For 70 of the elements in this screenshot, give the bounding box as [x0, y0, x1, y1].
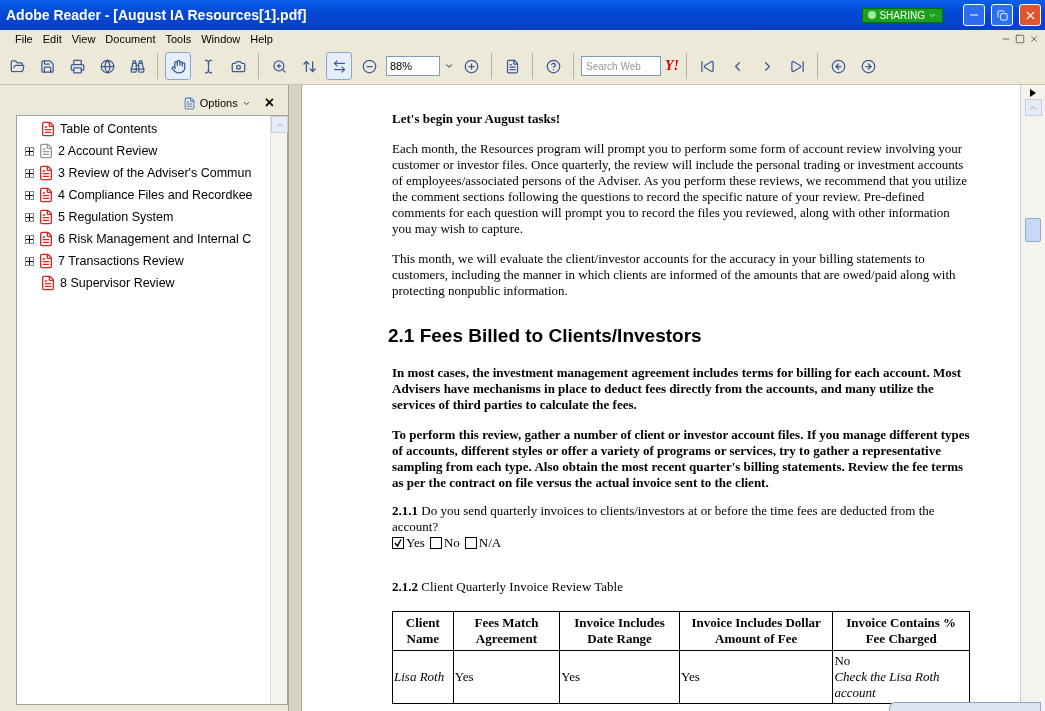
minimize-button[interactable] — [963, 4, 985, 26]
bookmark-item[interactable]: 2 Account Review — [58, 144, 158, 158]
option-label: Yes — [406, 535, 425, 551]
bookmark-item[interactable]: 7 Transactions Review — [58, 254, 184, 268]
table-cell: Yes — [453, 650, 560, 704]
expand-icon[interactable] — [25, 146, 34, 156]
column-header: Invoice Contains % Fee Charged — [832, 611, 970, 651]
pdf-page-icon — [40, 275, 56, 291]
window-title: Adobe Reader - [August IA Resources[1].pdf] — [6, 7, 308, 23]
column-header: Invoice Includes Date Range — [559, 611, 680, 651]
document-heading: Let's begin your August tasks! — [392, 111, 562, 127]
table-caption: 2.1.2 Client Quarterly Invoice Review Table — [392, 579, 624, 595]
restore-icon — [996, 9, 1008, 21]
hand-icon[interactable] — [165, 52, 191, 80]
restore-icon[interactable] — [1015, 34, 1025, 44]
expand-icon[interactable] — [25, 168, 34, 178]
paragraph: This month, we will evaluate the client/investor accounts for the accuracy in your billing statements to customers, including the manner in which clients are informed of the amounts that are owed/paid along with protecting nonpublic information. — [392, 251, 957, 299]
checkbox[interactable] — [429, 537, 442, 549]
menu-item[interactable]: Tools — [160, 33, 197, 45]
blank-page-icon — [38, 143, 54, 159]
zoom-field[interactable]: 88% — [386, 56, 440, 76]
bookmark-item[interactable]: 5 Regulation System — [58, 210, 174, 224]
expand-arrow-icon[interactable] — [1029, 89, 1037, 97]
question-text: 2.1.1 Do you send quarterly invoices to clients/investors at or before the time fees are deducted from the account? — [392, 503, 936, 535]
close-button[interactable] — [1019, 4, 1041, 26]
bookmark-item[interactable]: 3 Review of the Adviser's Commun — [58, 166, 252, 180]
maximize-button[interactable] — [991, 4, 1013, 26]
pdf-page-icon — [40, 121, 56, 137]
section-heading: 2.1 Fees Billed to Clients/Investors — [388, 325, 703, 347]
column-header: Invoice Includes Dollar Amount of Fee — [679, 611, 833, 651]
option-label: N/A — [478, 535, 502, 551]
menu-item[interactable]: Help — [245, 33, 278, 45]
checkbox[interactable] — [392, 537, 404, 549]
paragraph: To perform this review, gather a number of client or investor account files. If you manage different types of accounts, different styles or offer a variety of programs or services, try to gather a representative sampling from each type. Also obtain the most recent quarter's billing statements. Review the fee terms as per the contract on file versus the actual invoice sent to the client. — [392, 427, 970, 491]
expand-icon[interactable] — [25, 212, 34, 222]
expand-icon[interactable] — [25, 256, 34, 266]
table-cell: Lisa Roth — [392, 650, 454, 704]
close-icon[interactable] — [1029, 34, 1039, 44]
search-logo: Y! — [665, 58, 679, 74]
table-cell: Yes — [559, 650, 680, 704]
column-header: Client Name — [392, 611, 454, 651]
expand-icon[interactable] — [25, 190, 34, 200]
panel-icon — [182, 96, 196, 110]
paragraph: Each month, the Resources program will prompt you to perform some form of account review involving your customer or investor files. Once quarterly, the review will include the personal trading or investment accounts of employees/associated persons of the Adviser. As you perform these reviews, we recommend that you utilize the comment sections following the questions to record the specific nature of your review. Pre-defined comments for each question will prompt you to record the files you reviewed, along with other information you may wish to capture. — [392, 141, 969, 237]
pdf-page-icon — [38, 253, 54, 269]
table-cell: Yes — [679, 650, 833, 704]
menu-item[interactable]: View — [66, 33, 101, 45]
fit-width-icon[interactable] — [326, 52, 352, 80]
bookmark-item[interactable]: Table of Contents — [60, 122, 158, 136]
expand-icon[interactable] — [25, 234, 34, 244]
menu-item[interactable]: File — [10, 33, 38, 45]
menu-item[interactable]: Window — [196, 33, 246, 45]
scroll-thumb[interactable] — [1025, 218, 1041, 242]
column-header: Fees Match Agreement — [453, 611, 560, 651]
pdf-page-icon — [38, 165, 54, 181]
menu-item[interactable]: Edit — [37, 33, 67, 45]
pdf-page-icon — [38, 187, 54, 203]
search-field[interactable]: Search Web — [581, 56, 661, 76]
bookmark-item[interactable]: 4 Compliance Files and Recordkee — [58, 188, 253, 202]
bookmark-item[interactable]: 6 Risk Management and Internal C — [58, 232, 252, 246]
pdf-page-icon — [38, 231, 54, 247]
dropdown-icon[interactable] — [444, 61, 454, 71]
pdf-page-icon — [38, 209, 54, 225]
bookmark-item[interactable]: 8 Supervisor Review — [60, 276, 175, 290]
option-label: No — [443, 535, 460, 551]
paragraph: In most cases, the investment management agreement includes terms for billing for each account. Most Advisers have mechanisms in place to deduct fees directly from the accounts, and many utilize the services of third parties to calculate the fees. — [392, 365, 963, 413]
menu-item[interactable]: Document — [100, 33, 161, 45]
checkbox[interactable] — [464, 537, 477, 549]
panel-close-button[interactable]: × — [264, 94, 275, 112]
options-button[interactable]: Options — [182, 96, 251, 110]
